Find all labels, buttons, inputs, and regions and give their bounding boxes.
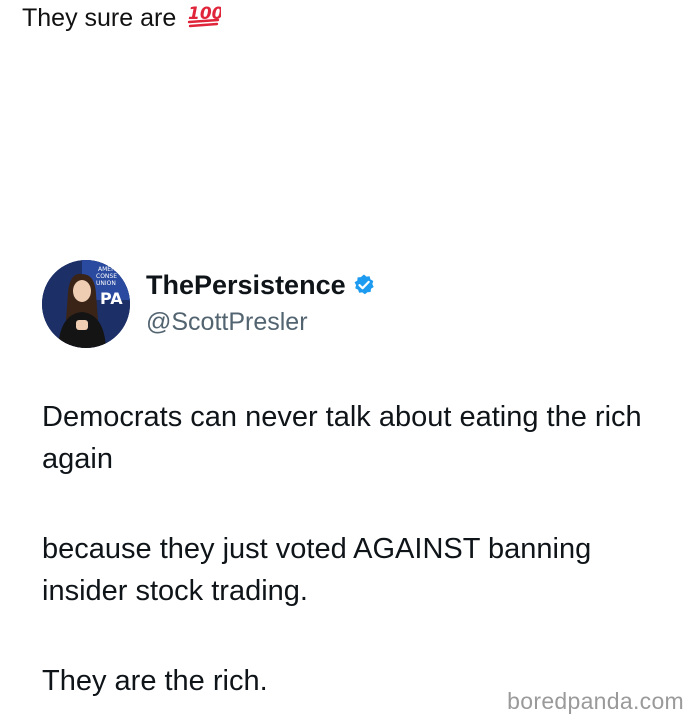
- avatar[interactable]: AMER CONSE UNION PA: [42, 260, 130, 348]
- handle[interactable]: @ScottPresler: [146, 306, 308, 338]
- tweet-card: AMER CONSE UNION PA ThePersistence @Scot…: [0, 0, 700, 723]
- svg-text:PA: PA: [100, 289, 123, 308]
- tweet-paragraph-2: because they just voted AGAINST banning …: [42, 533, 592, 607]
- display-name[interactable]: ThePersistence: [146, 268, 376, 302]
- verified-badge-icon: [352, 271, 376, 295]
- display-name-text: ThePersistence: [146, 270, 346, 300]
- watermark: boredpanda.com: [507, 688, 684, 714]
- svg-text:AMER: AMER: [98, 266, 115, 273]
- svg-text:CONSE: CONSE: [96, 273, 117, 280]
- svg-text:UNION: UNION: [96, 280, 116, 287]
- tweet-paragraph-1: Democrats can never talk about eating th…: [42, 401, 642, 475]
